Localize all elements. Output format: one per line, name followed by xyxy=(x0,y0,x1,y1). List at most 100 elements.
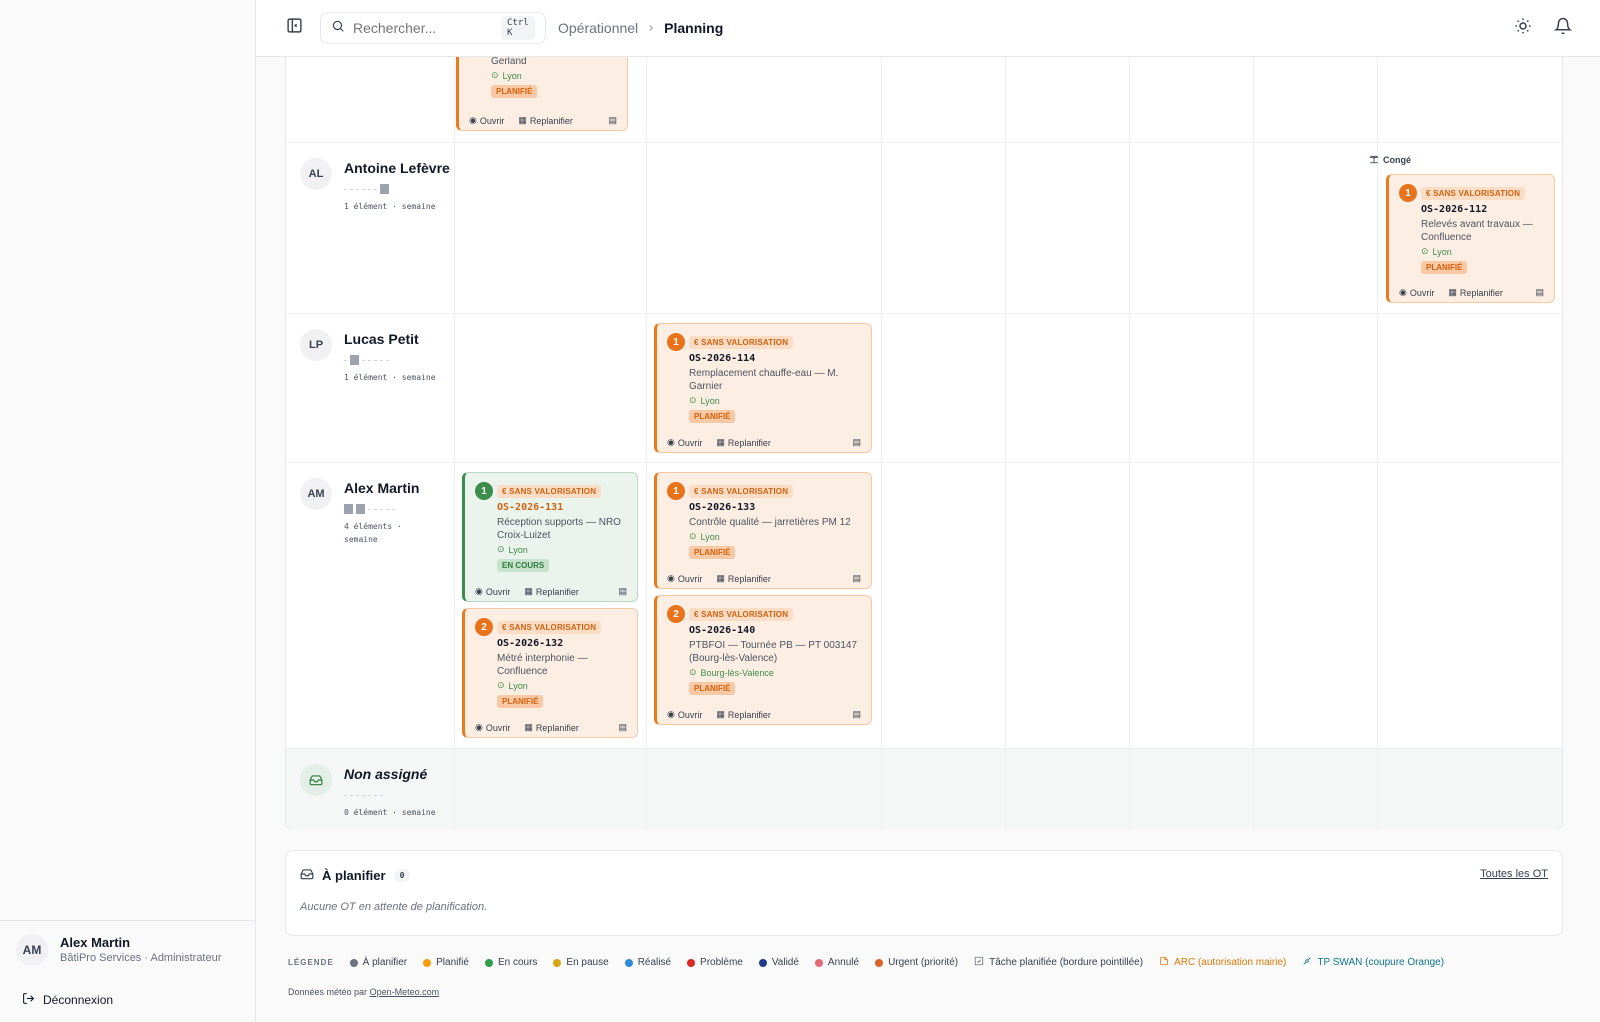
open-meteo-link[interactable]: Open-Meteo.com xyxy=(370,987,440,997)
open-button[interactable]: ◉ Ouvrir xyxy=(667,573,702,584)
technician-name[interactable]: Antoine Lefèvre xyxy=(344,160,450,176)
reschedule-button[interactable]: ▦ Replanifier xyxy=(1448,287,1503,298)
reschedule-button[interactable]: ▦ Replanifier xyxy=(716,709,771,720)
order-number-badge: 1 xyxy=(667,482,685,500)
work-order-card[interactable]: 1 € SANS VALORISATION OS-2026-133 Contrô… xyxy=(654,472,872,589)
calendar-icon: ▦ xyxy=(716,709,725,719)
legend-item: En pause xyxy=(553,957,609,968)
user-block[interactable]: AM Alex Martin BâtiPro Services · Admini… xyxy=(0,920,256,978)
technician-count: 4 éléments · semaine xyxy=(344,522,402,544)
search-box[interactable]: Ctrl K xyxy=(320,12,546,44)
all-orders-link[interactable]: Toutes les OT xyxy=(1480,868,1548,880)
count-badge: 0 xyxy=(393,869,411,882)
legend-item: ARC (autorisation mairie) xyxy=(1159,956,1286,969)
load-bar xyxy=(344,355,436,365)
valorisation-badge: € SANS VALORISATION xyxy=(497,485,602,498)
technician-count: 1 élément · semaine xyxy=(344,373,436,382)
calendar-icon: ▦ xyxy=(716,437,725,447)
open-button[interactable]: ◉ Ouvrir xyxy=(475,586,510,597)
legend-item: Réalisé xyxy=(624,957,671,968)
work-order-card[interactable]: 1 € SANS VALORISATION OS-2026-131 Récept… xyxy=(462,472,638,602)
open-button[interactable]: ◉ Ouvrir xyxy=(667,437,702,448)
order-description: PTBFOI — Tournée PB — PT 003147 (Bourg-lè… xyxy=(689,640,858,664)
breadcrumb-current: Planning xyxy=(664,20,724,36)
map-pin-icon: ⊙ xyxy=(497,544,505,554)
open-button[interactable]: ◉ Ouvrir xyxy=(469,115,504,126)
to-schedule-panel: À planifier 0 Toutes les OT Aucune OT en… xyxy=(285,850,1563,936)
location: ⊙ Lyon xyxy=(1421,246,1452,257)
open-button[interactable]: ◉ Ouvrir xyxy=(475,722,510,733)
cable-icon xyxy=(1302,956,1312,969)
reschedule-button[interactable]: ▦ Replanifier xyxy=(518,115,573,126)
legend-item: En cours xyxy=(484,957,537,968)
reschedule-button[interactable]: ▦ Replanifier xyxy=(524,722,579,733)
reschedule-button[interactable]: ▦ Replanifier xyxy=(524,586,579,597)
reschedule-button[interactable]: ▦ Replanifier xyxy=(716,437,771,448)
valorisation-badge: € SANS VALORISATION xyxy=(1421,187,1526,200)
order-number-badge: 2 xyxy=(475,618,493,636)
calendar-add-icon[interactable]: ▤ xyxy=(852,709,861,720)
breadcrumb-parent[interactable]: Opérationnel xyxy=(558,20,638,36)
sidebar-toggle-button[interactable] xyxy=(284,18,304,38)
calendar-add-icon[interactable]: ▤ xyxy=(608,115,617,126)
weather-credit: Données météo par Open-Meteo.com xyxy=(288,987,440,997)
order-description: Réception supports — NRO Croix-Luizet xyxy=(497,517,621,541)
work-order-card[interactable]: 2 € SANS VALORISATION OS-2026-132 Métré … xyxy=(462,608,638,738)
user-name: Alex Martin xyxy=(60,935,131,950)
theme-toggle-icon[interactable] xyxy=(1514,17,1532,40)
search-input[interactable] xyxy=(353,20,493,36)
technician-row-header: AL Antoine Lefèvre 1 élément · semaine xyxy=(300,158,450,213)
order-number-badge: 1 xyxy=(475,482,493,500)
status-badge: EN COURS xyxy=(497,559,550,572)
logout-label: Déconnexion xyxy=(43,993,114,1007)
calendar-icon: ▦ xyxy=(524,722,533,732)
location: ⊙ Lyon xyxy=(497,544,528,555)
technician-count: 0 élément · semaine xyxy=(344,808,436,817)
avatar: AL xyxy=(300,158,332,190)
legend-item: TP SWAN (coupure Orange) xyxy=(1302,956,1444,969)
notifications-bell-icon[interactable] xyxy=(1553,17,1573,40)
work-order-card[interactable]: 2 € SANS VALORISATION OS-2026-140 PTBFOI… xyxy=(654,595,872,725)
calendar-add-icon[interactable]: ▤ xyxy=(852,573,861,584)
calendar-add-icon[interactable]: ▤ xyxy=(618,586,627,597)
legend-title: LÉGENDE xyxy=(288,958,334,967)
status-badge: PLANIFIÉ xyxy=(689,546,736,559)
panel-title: À planifier xyxy=(322,868,386,883)
location: ⊙ Lyon xyxy=(689,395,720,406)
map-pin-icon: ⊙ xyxy=(497,680,505,690)
technician-row-header: LP Lucas Petit 1 élément · semaine xyxy=(300,329,436,384)
technician-name[interactable]: Lucas Petit xyxy=(344,331,436,347)
sidebar-toggle-icon xyxy=(286,17,303,39)
order-code: OS-2026-140 xyxy=(689,625,756,636)
order-code: OS-2026-132 xyxy=(497,638,564,649)
shortcut-hint: Ctrl K xyxy=(501,16,535,40)
calendar-add-icon[interactable]: ▤ xyxy=(852,437,861,448)
logout-button[interactable]: Déconnexion xyxy=(22,992,113,1008)
calendar-add-icon[interactable]: ▤ xyxy=(1535,287,1544,298)
load-bar xyxy=(344,504,419,514)
calendar-icon: ▦ xyxy=(524,586,533,596)
order-description: Relevés avant travaux — Confluence xyxy=(1421,219,1533,243)
valorisation-badge: € SANS VALORISATION xyxy=(689,608,794,621)
order-number-badge: 1 xyxy=(667,333,685,351)
work-order-card[interactable]: 1 € SANS VALORISATION OS-2026-114 Rempla… xyxy=(654,323,872,453)
eye-icon: ◉ xyxy=(667,709,675,719)
breadcrumb: Opérationnel Planning xyxy=(558,20,723,36)
open-button[interactable]: ◉ Ouvrir xyxy=(667,709,702,720)
empty-message: Aucune OT en attente de planification. xyxy=(300,901,488,913)
open-button[interactable]: ◉ Ouvrir xyxy=(1399,287,1434,298)
status-badge: PLANIFIÉ xyxy=(491,85,538,98)
order-code: OS-2026-131 xyxy=(497,502,564,513)
valorisation-badge: € SANS VALORISATION xyxy=(689,336,794,349)
calendar-add-icon[interactable]: ▤ xyxy=(618,722,627,733)
avatar: AM xyxy=(16,933,48,966)
avatar: LP xyxy=(300,329,332,361)
load-bar xyxy=(344,790,436,800)
calendar-icon: ▦ xyxy=(1448,287,1457,297)
map-pin-icon: ⊙ xyxy=(491,70,499,80)
eye-icon: ◉ xyxy=(1399,287,1407,297)
reschedule-button[interactable]: ▦ Replanifier xyxy=(716,573,771,584)
technician-name[interactable]: Alex Martin xyxy=(344,480,419,496)
calendar-icon: ▦ xyxy=(716,573,725,583)
work-order-card[interactable]: 1 € SANS VALORISATION OS-2026-112 Relevé… xyxy=(1386,174,1555,303)
